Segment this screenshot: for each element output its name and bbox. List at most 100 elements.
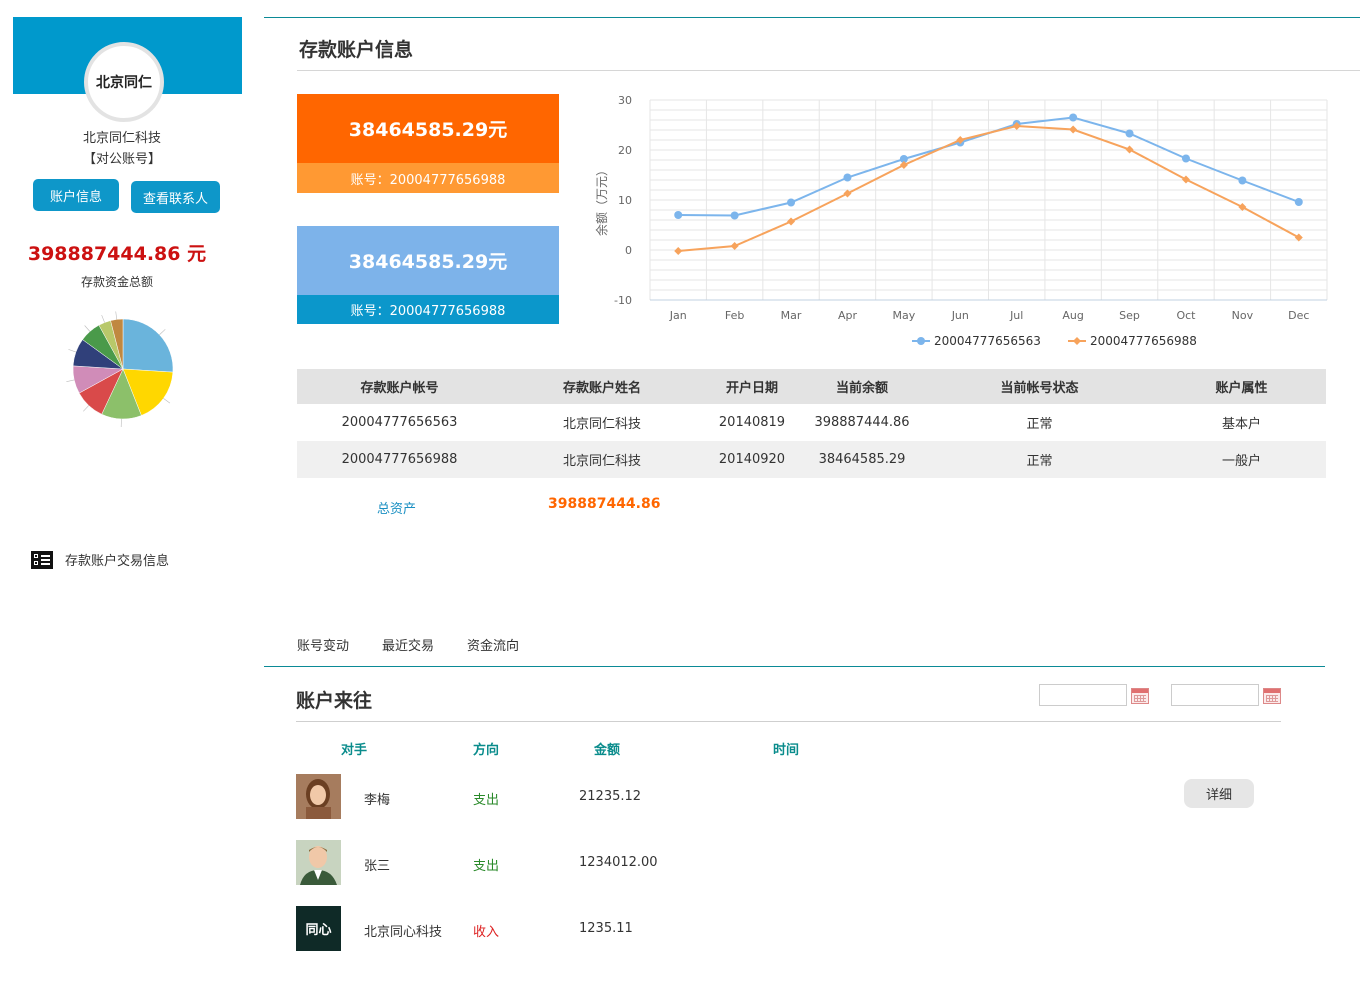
y-tick-label: -10 <box>614 294 632 307</box>
counterparty-name: 北京同心科技 <box>364 925 443 940</box>
y-tick-label: 10 <box>618 194 632 207</box>
table-cell: 北京同仁科技 <box>502 441 702 478</box>
account-card[interactable]: 38464585.29元 账号：20004777656988 <box>297 94 559 193</box>
menu-item-transaction-info[interactable]: 存款账户交易信息 <box>31 550 169 569</box>
pie-leader-line <box>101 314 105 323</box>
legend-label: 20004777656563 <box>934 334 1041 348</box>
data-point <box>730 211 739 220</box>
calendar-icon[interactable] <box>1131 688 1149 704</box>
company-name: 北京同仁科技 <box>82 131 161 146</box>
column-header-counterparty: 对手 <box>341 743 368 758</box>
tab-fund-flow[interactable]: 资金流向 <box>467 635 519 654</box>
tab-recent-transactions[interactable]: 最近交易 <box>382 635 434 654</box>
data-point <box>1181 154 1190 163</box>
account-card-amount: 38464585.29元 <box>297 94 559 163</box>
table-header-row: 存款账户帐号 存款账户姓名 开户日期 当前余额 当前帐号状态 账户属性 <box>297 369 1326 404</box>
pie-leader-line <box>115 311 118 320</box>
data-point <box>1238 176 1247 185</box>
table-cell: 20004777656988 <box>297 441 502 478</box>
pie-leader-line <box>163 398 171 404</box>
tab-account-changes[interactable]: 账号变动 <box>297 635 349 654</box>
table-cell: 正常 <box>922 441 1157 478</box>
data-point <box>1125 145 1134 154</box>
table-header: 当前帐号状态 <box>922 369 1157 404</box>
pie-leader-line <box>84 325 91 332</box>
amount: 1234012.00 <box>579 855 658 870</box>
legend-marker <box>917 337 925 345</box>
table-header: 当前余额 <box>802 369 922 404</box>
data-point <box>1069 113 1078 122</box>
table-cell: 基本户 <box>1221 417 1261 432</box>
data-point <box>787 217 796 226</box>
total-assets-row: 总资产 398887444.86 <box>297 496 897 517</box>
data-point <box>1294 198 1303 206</box>
data-point <box>1125 129 1134 138</box>
column-header-time: 时间 <box>773 743 800 758</box>
account-card-number: 账号：20004777656988 <box>297 295 559 324</box>
list-item[interactable]: 李梅 支出 21235.12 <box>296 774 1296 820</box>
pie-slice <box>122 318 174 373</box>
column-header-amount: 金额 <box>594 743 621 758</box>
logo-text: 同心 <box>296 906 341 951</box>
pie-leader-line <box>159 329 166 335</box>
start-date-input[interactable] <box>1039 684 1127 706</box>
tab-divider <box>264 666 1325 667</box>
y-tick-label: 20 <box>618 144 632 157</box>
table-header: 账户属性 <box>1157 369 1326 404</box>
amount: 1235.11 <box>579 921 633 936</box>
account-card-amount: 38464585.29元 <box>297 226 559 295</box>
data-point <box>1069 125 1078 134</box>
title-divider <box>297 70 1360 71</box>
list-item[interactable]: 张三 支出 1234012.00 <box>296 840 1296 886</box>
direction: 收入 <box>473 925 500 940</box>
direction: 支出 <box>473 793 500 808</box>
data-point <box>843 189 852 198</box>
total-assets-label: 总资产 <box>377 502 417 517</box>
view-contacts-button[interactable]: 查看联系人 <box>131 181 220 213</box>
avatar: 北京同仁 <box>84 42 164 122</box>
y-axis-label: 余额（万元） <box>594 164 609 236</box>
table-cell: 398887444.86 <box>814 415 910 430</box>
counterparty-name: 张三 <box>364 859 391 874</box>
table-header: 开户日期 <box>702 369 802 404</box>
table-row[interactable]: 20004777656988 北京同仁科技 20140920 38464585.… <box>297 441 1326 478</box>
detail-button[interactable]: 详细 <box>1184 779 1254 808</box>
table-row[interactable]: 20004777656563 北京同仁科技 20140819 398887444… <box>297 404 1326 441</box>
table-cell: 一般户 <box>1157 441 1326 478</box>
data-point <box>674 247 683 255</box>
table-cell: 20140920 <box>702 441 802 478</box>
calendar-icon[interactable] <box>1263 688 1281 704</box>
x-tick-label: May <box>893 309 916 322</box>
x-tick-label: Jul <box>1009 309 1023 322</box>
table-cell: 38464585.29 <box>802 441 922 478</box>
account-kind: 【对公账号】 <box>82 152 161 167</box>
data-point <box>1181 175 1190 184</box>
amount: 21235.12 <box>579 789 642 804</box>
company-logo: 同心 <box>296 906 341 951</box>
list-item[interactable]: 同心 北京同心科技 收入 1235.11 <box>296 906 1296 952</box>
end-date-input[interactable] <box>1171 684 1259 706</box>
pie-leader-line <box>66 379 75 382</box>
tab-bar: 账号变动 最近交易 资金流向 <box>297 635 519 654</box>
total-assets-value: 398887444.86 <box>548 496 661 512</box>
section-divider <box>296 721 1281 722</box>
table-cell: 正常 <box>1026 417 1053 432</box>
account-table: 存款账户帐号 存款账户姓名 开户日期 当前余额 当前帐号状态 账户属性 2000… <box>297 369 1326 478</box>
menu-item-label: 存款账户交易信息 <box>65 554 170 569</box>
data-point <box>674 211 683 219</box>
counterparty-name: 李梅 <box>364 793 391 808</box>
total-deposit-amount: 398887444.86 元 <box>27 243 207 265</box>
sidebar: 北京同仁 北京同仁科技 【对公账号】 账户信息 查看联系人 398887444.… <box>13 17 242 617</box>
pie-leader-line <box>83 405 89 412</box>
account-card[interactable]: 38464585.29元 账号：20004777656988 <box>297 226 559 324</box>
table-cell: 20140819 <box>718 415 786 430</box>
balance-line-chart: 30 20 10 0 -10 余额（万元） Jan Feb Mar Apr May Jun Jul Aug… <box>590 88 1340 358</box>
y-tick-label: 0 <box>625 244 632 257</box>
x-tick-label: Dec <box>1288 309 1309 322</box>
x-tick-label: Nov <box>1232 309 1254 322</box>
data-point <box>787 198 796 207</box>
x-tick-label: Oct <box>1176 309 1196 322</box>
account-info-button[interactable]: 账户信息 <box>33 179 119 211</box>
pie-leader-line <box>68 349 77 353</box>
top-divider <box>264 17 1360 18</box>
